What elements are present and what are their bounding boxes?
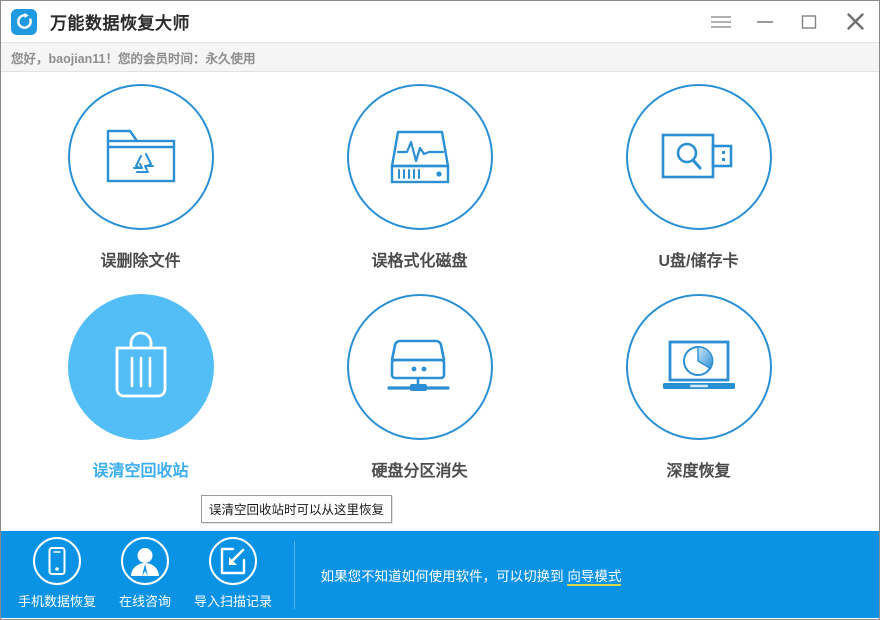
bottom-action-label: 在线咨询 <box>118 594 171 609</box>
mode-label-active: 误清空回收站 <box>92 463 189 480</box>
mode-circle <box>625 84 772 230</box>
mode-circle <box>67 84 214 230</box>
bottom-action-online-support[interactable]: 在线咨询 <box>101 537 189 610</box>
bottom-circle <box>121 537 169 585</box>
mode-label: 误删除文件 <box>100 253 181 270</box>
bottom-actions: 手机数据恢复 在线咨询 导入扫描记录 <box>1 531 277 610</box>
mode-label: 硬盘分区消失 <box>371 463 468 480</box>
mode-tile-formatted-disk[interactable]: 误格式化磁盘 <box>280 72 559 282</box>
mode-tile-deep-recovery[interactable]: 深度恢复 <box>559 282 838 492</box>
hard-disk-stand-icon <box>386 339 450 391</box>
mode-tile-lost-partition[interactable]: 硬盘分区消失 <box>280 282 559 492</box>
maximize-icon[interactable] <box>787 1 831 42</box>
trash-bin-icon <box>115 331 166 398</box>
disk-waveform-icon <box>390 130 449 184</box>
laptop-pie-icon <box>662 340 735 389</box>
app-window: 万能数据恢复大师 您好，baojian11！您的会员时间：永久使用 误删除文件 … <box>0 0 880 620</box>
bottom-divider <box>294 541 295 609</box>
import-arrow-icon <box>220 547 246 575</box>
window-controls <box>699 1 879 42</box>
mobile-phone-icon <box>48 547 66 575</box>
user-info-bar: 您好，baojian11！您的会员时间：永久使用 <box>1 42 879 72</box>
mode-tile-emptied-recycle-bin[interactable]: 误清空回收站 <box>1 282 280 492</box>
user-support-icon <box>131 548 159 576</box>
recovery-mode-grid: 误删除文件 误格式化磁盘 U盘/储存卡 误清空回收站 硬盘分区消失 深度恢复 <box>1 72 879 492</box>
folder-recycle-icon <box>106 129 175 183</box>
mode-circle <box>346 84 493 230</box>
app-title: 万能数据恢复大师 <box>50 14 190 33</box>
usb-search-icon <box>661 133 732 179</box>
bottom-action-mobile-recovery[interactable]: 手机数据恢复 <box>13 537 101 610</box>
mode-circle-active <box>67 294 214 440</box>
bottom-circle <box>209 537 257 585</box>
title-bar: 万能数据恢复大师 <box>1 1 879 42</box>
bottom-bar: 手机数据恢复 在线咨询 导入扫描记录 如果您不知道如何使用软件，可以切换到 向导… <box>1 531 879 618</box>
greeting-text: 您好，baojian11！您的会员时间：永久使用 <box>11 51 256 66</box>
main-content: 误删除文件 误格式化磁盘 U盘/储存卡 误清空回收站 硬盘分区消失 深度恢复 误… <box>1 72 879 531</box>
mode-tile-usb-card[interactable]: U盘/储存卡 <box>559 72 838 282</box>
bottom-circle <box>33 537 81 585</box>
mode-label: U盘/储存卡 <box>658 253 739 270</box>
close-icon[interactable] <box>831 1 879 42</box>
bottom-hint: 如果您不知道如何使用软件，可以切换到 向导模式 <box>313 531 879 618</box>
mode-circle <box>346 294 493 440</box>
wizard-mode-link[interactable]: 向导模式 <box>567 568 622 586</box>
mode-tile-deleted-files[interactable]: 误删除文件 <box>1 72 280 282</box>
mode-circle <box>625 294 772 440</box>
mode-label: 误格式化磁盘 <box>371 253 468 270</box>
bottom-action-label: 导入扫描记录 <box>193 594 272 609</box>
app-logo-icon <box>11 8 37 35</box>
tooltip: 误清空回收站时可以从这里恢复 <box>201 495 393 523</box>
hamburger-menu-icon[interactable] <box>699 1 743 42</box>
minimize-icon[interactable] <box>743 1 787 42</box>
hint-text: 如果您不知道如何使用软件，可以切换到 向导模式 <box>320 565 622 586</box>
bottom-action-label: 手机数据恢复 <box>17 594 96 609</box>
hint-prefix: 如果您不知道如何使用软件，可以切换到 <box>320 568 568 584</box>
bottom-action-import-scan[interactable]: 导入扫描记录 <box>189 537 277 610</box>
mode-label: 深度恢复 <box>666 463 731 480</box>
